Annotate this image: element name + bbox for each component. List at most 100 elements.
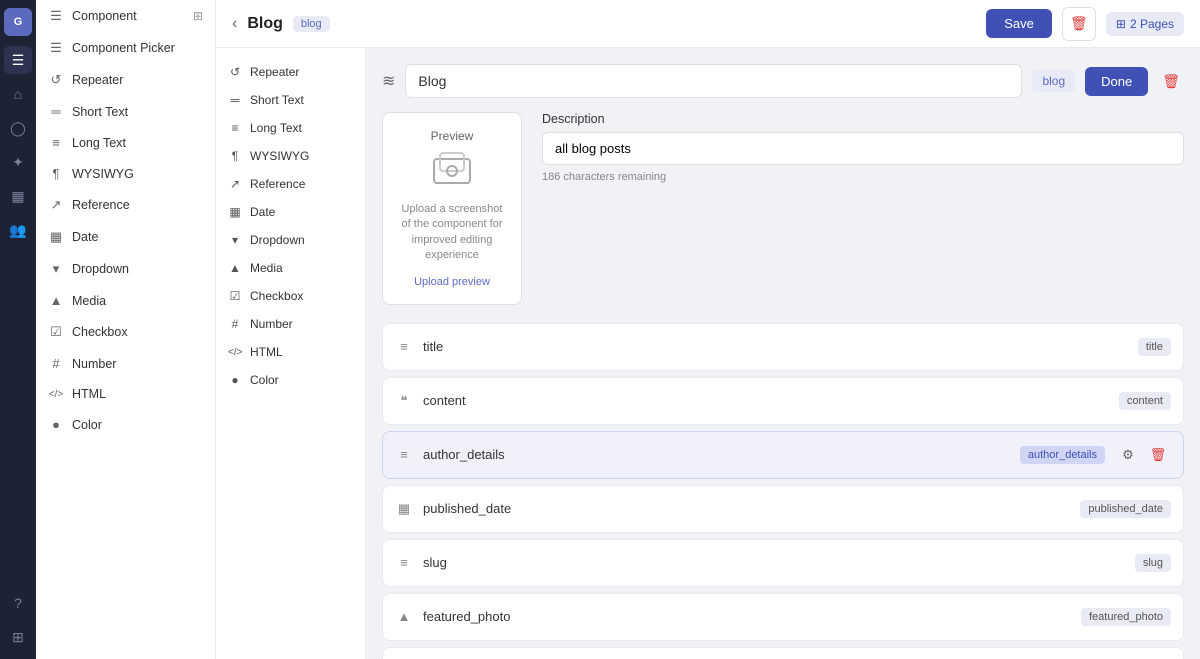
form-area: ≋ blog Done 🗑 Preview [366,48,1200,659]
component-icon: ☰ [48,8,64,24]
upload-button[interactable]: Upload preview [414,276,490,288]
panel-item-media[interactable]: ▲ Media [36,285,215,316]
field-actions: ⚙ 🗑 [1115,442,1171,468]
description-section: Description 186 characters remaining [542,112,1184,305]
sidebar-icon-users[interactable]: 👥 [4,216,32,244]
panel-item-color[interactable]: ● Color [36,409,215,440]
field-tag: slug [1135,554,1171,572]
panel-item-short-text[interactable]: ═ Short Text [36,96,215,127]
panel-item-dropdown[interactable]: ▾ Dropdown [36,253,215,285]
field-title-input[interactable] [423,339,1128,354]
field-content-input[interactable] [423,393,1109,408]
panel-item-wysiwyg[interactable]: ¶ WYSIWYG [36,158,215,189]
calendar-icon: ▦ [395,501,413,517]
sidebar-icon-star[interactable]: ✦ [4,148,32,176]
settings-button[interactable]: ⚙ [1115,442,1141,468]
comp-item-short-text[interactable]: ═ Short Text [216,86,365,114]
long-text-icon: ≡ [228,121,242,135]
panel-item-label: Media [72,294,106,308]
panel-item-repeater[interactable]: ↺ Repeater [36,64,215,96]
wysiwyg-icon: ¶ [228,149,242,163]
field-slug-input[interactable] [423,555,1125,570]
short-text-icon: ═ [48,104,64,119]
component-picker-icon: ☰ [48,40,64,56]
table-row: ≡ author_details ⚙ 🗑 [382,431,1184,479]
panel-item-html[interactable]: </> HTML [36,379,215,409]
comp-item-repeater[interactable]: ↺ Repeater [216,58,365,86]
comp-item-number[interactable]: # Number [216,310,365,338]
save-button[interactable]: Save [986,9,1052,38]
sidebar-icon-settings[interactable]: ⊞ [4,623,32,651]
user-avatar[interactable]: G [4,8,32,36]
field-photo-input[interactable] [423,609,1071,624]
preview-label: Preview [431,129,474,143]
table-row: ≡ slug [382,539,1184,587]
repeater-icon: ↺ [228,65,242,79]
panel-item-label: Short Text [72,105,128,119]
comp-item-checkbox[interactable]: ☑ Checkbox [216,282,365,310]
panel-item-label: Number [72,357,116,371]
panel-item-checkbox[interactable]: ☑ Checkbox [36,316,215,348]
panel-item-label: Component Picker [72,41,175,55]
app-sidebar: G ☰ ⌂ ◯ ✦ ▦ 👥 ? ⊞ [0,0,36,659]
panel-item-label: Repeater [72,73,123,87]
comp-item-wysiwyg[interactable]: ¶ WYSIWYG [216,142,365,170]
comp-item-reference[interactable]: ↗ Reference [216,170,365,198]
comp-item-media[interactable]: ▲ Media [216,254,365,282]
table-row: ▲ featured_photo [382,593,1184,641]
blog-name-input[interactable] [405,64,1022,98]
delete-field-button[interactable]: 🗑 [1145,442,1171,468]
comp-item-long-text[interactable]: ≡ Long Text [216,114,365,142]
delete-button[interactable]: 🗑 [1062,7,1096,41]
panel-item-label: Dropdown [72,262,129,276]
comp-item-html[interactable]: </> HTML [216,338,365,366]
description-input[interactable] [542,132,1184,165]
preview-box: Preview Upload a screenshot of the compo… [382,112,522,305]
comp-item-dropdown[interactable]: ▾ Dropdown [216,226,365,254]
field-tag: published_date [1080,500,1171,518]
sidebar-icon-help[interactable]: ? [4,589,32,617]
back-button[interactable]: ‹ [232,15,237,33]
wysiwyg-icon: ¶ [48,166,64,181]
comp-label: Repeater [250,65,299,79]
comp-item-color[interactable]: ● Color [216,366,365,394]
panel-item-component[interactable]: ☰ Component ⊞ [36,0,215,32]
panel-item-long-text[interactable]: ≡ Long Text [36,127,215,158]
field-tag: content [1119,392,1171,410]
field-published-input[interactable] [423,501,1070,516]
comp-label: Dropdown [250,233,305,247]
preview-upload-icon [432,151,472,194]
panel-item-label: Component [72,9,137,23]
delete-row-button[interactable]: 🗑 [1158,69,1184,94]
field-tag: featured_photo [1081,608,1171,626]
field-tag: title [1138,338,1171,356]
media-icon: ▲ [228,261,242,275]
table-row: ❝ content [382,377,1184,425]
comp-item-date[interactable]: ▦ Date [216,198,365,226]
panel-item-date[interactable]: ▦ Date [36,221,215,253]
blog-tag: blog [1032,70,1075,92]
topbar-tag: blog [293,16,330,32]
done-button[interactable]: Done [1085,67,1148,96]
panel-item-reference[interactable]: ↗ Reference [36,189,215,221]
panel-item-number[interactable]: # Number [36,348,215,379]
field-author-input[interactable] [423,447,1010,462]
comp-label: Short Text [250,93,304,107]
sidebar-icon-home[interactable]: ⌂ [4,80,32,108]
sidebar-icon-circle[interactable]: ◯ [4,114,32,142]
number-icon: # [228,317,242,331]
panel-item-label: Long Text [72,136,126,150]
sidebar-icon-grid[interactable]: ▦ [4,182,32,210]
pages-badge: ⊞ 2 Pages [1106,12,1184,36]
content-area: ↺ Repeater ═ Short Text ≡ Long Text ¶ WY… [216,48,1200,659]
panel-item-label: Date [72,230,98,244]
meta-row: Preview Upload a screenshot of the compo… [382,112,1184,305]
panel-item-label: WYSIWYG [72,167,134,181]
panel-item-component-picker[interactable]: ☰ Component Picker [36,32,215,64]
sidebar-icon-menu[interactable]: ☰ [4,46,32,74]
page-title: Blog [247,15,283,33]
reference-icon: ↗ [228,177,242,191]
description-hint: 186 characters remaining [542,171,1184,183]
dropdown-icon: ▾ [228,233,242,247]
fields-list: ≡ title ❝ content ≡ author_details ⚙ [382,323,1184,659]
